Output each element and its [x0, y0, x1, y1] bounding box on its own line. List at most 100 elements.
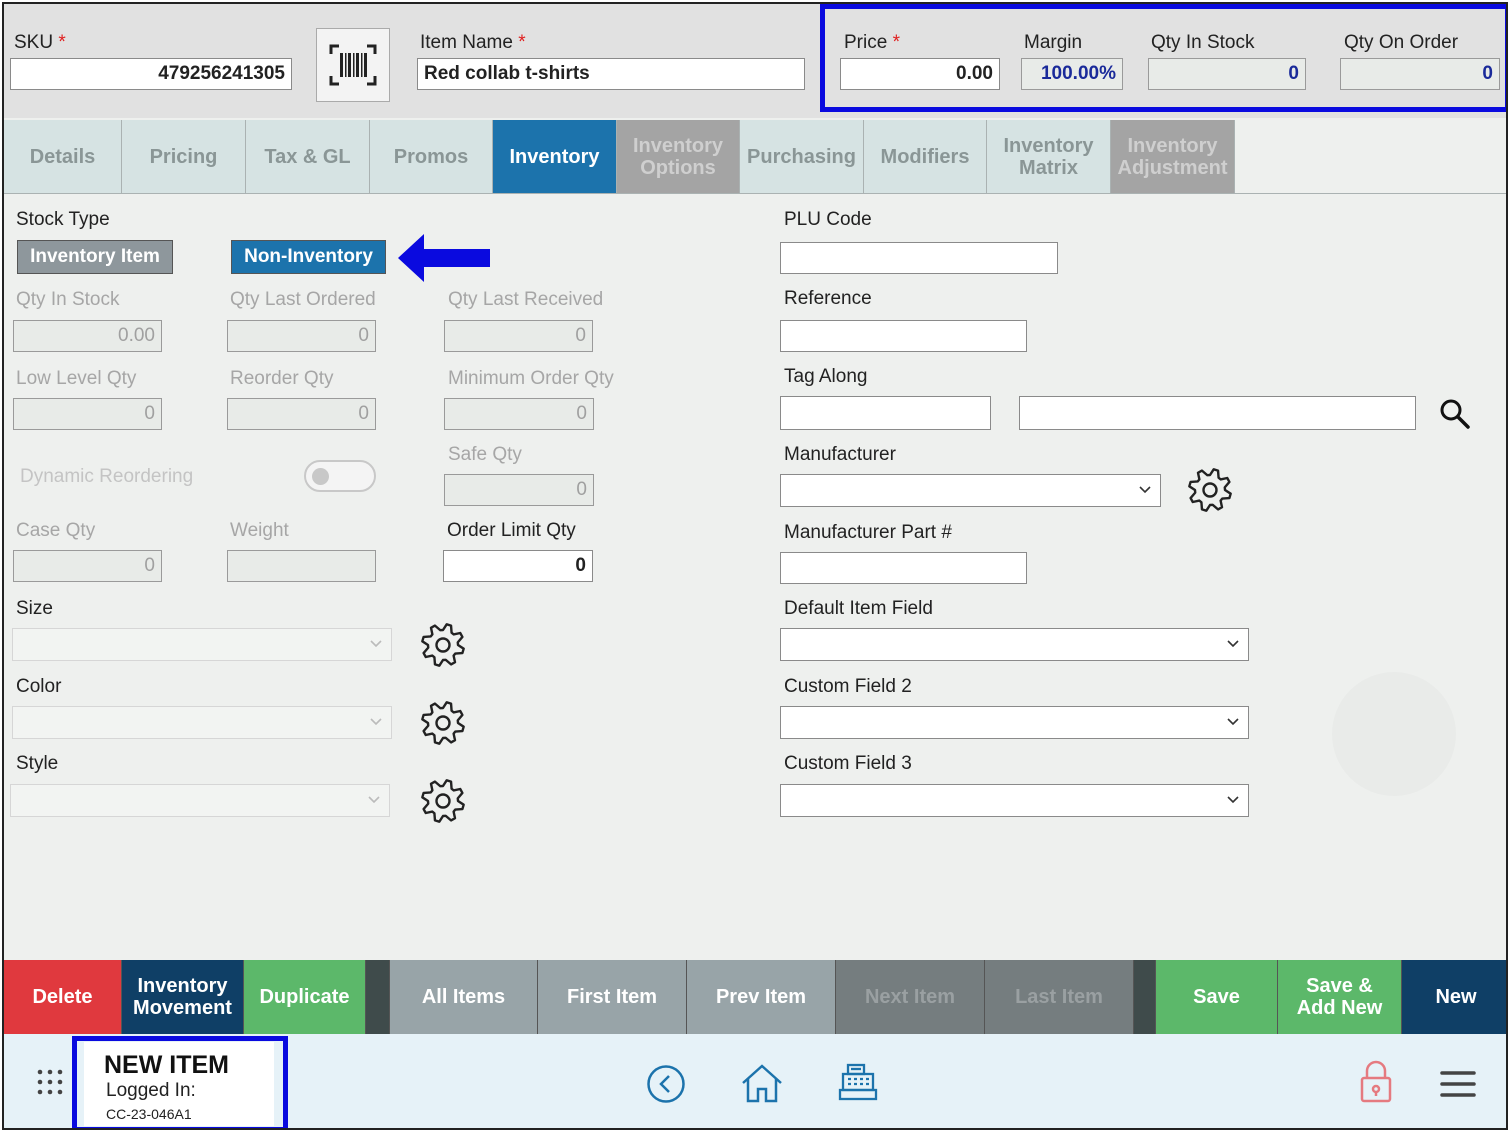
case-qty-input[interactable]: 0: [13, 550, 162, 582]
custom-field-2-select[interactable]: [780, 706, 1249, 739]
minimum-order-qty-input[interactable]: 0: [444, 398, 594, 430]
action-bar: Delete Inventory Movement Duplicate All …: [4, 960, 1506, 1034]
tab-tax-gl[interactable]: Tax & GL: [246, 120, 370, 194]
chevron-down-icon: [1226, 636, 1240, 650]
style-label: Style: [16, 753, 59, 774]
barcode-icon: [329, 44, 377, 86]
item-name-label: Item Name *: [420, 32, 526, 53]
tag-along-description-input[interactable]: [1019, 396, 1416, 430]
weight-input[interactable]: [227, 550, 376, 582]
qty-in-stock-label: Qty In Stock: [16, 289, 120, 310]
tag-along-code-input[interactable]: [780, 396, 991, 430]
plu-code-input[interactable]: [780, 242, 1058, 274]
minimum-order-qty-label: Minimum Order Qty: [448, 368, 614, 389]
chevron-down-icon: [369, 714, 383, 728]
last-item-button[interactable]: Last Item: [985, 960, 1134, 1034]
manufacturer-select[interactable]: [780, 474, 1161, 507]
duplicate-button[interactable]: Duplicate: [244, 960, 366, 1034]
inventory-movement-button[interactable]: Inventory Movement: [122, 960, 244, 1034]
color-select[interactable]: [12, 706, 392, 739]
manufacturer-label: Manufacturer: [784, 444, 896, 465]
barcode-scan-button[interactable]: [316, 28, 390, 102]
tab-modifiers[interactable]: Modifiers: [864, 120, 987, 194]
reference-input[interactable]: [780, 320, 1027, 352]
tab-inventory-matrix[interactable]: Inventory Matrix: [987, 120, 1111, 194]
save-button[interactable]: Save: [1156, 960, 1278, 1034]
chevron-down-icon: [1138, 482, 1152, 496]
sku-label: SKU *: [14, 32, 66, 53]
qty-last-received-input: 0: [444, 320, 593, 352]
chevron-down-icon: [1226, 792, 1240, 806]
reference-label: Reference: [784, 288, 872, 309]
stock-type-label: Stock Type: [16, 209, 110, 230]
custom-field-3-label: Custom Field 3: [784, 753, 912, 774]
size-label: Size: [16, 598, 53, 619]
low-level-qty-label: Low Level Qty: [16, 368, 137, 389]
qty-last-received-label: Qty Last Received: [448, 289, 604, 310]
safe-qty-label: Safe Qty: [448, 444, 522, 465]
safe-qty-input[interactable]: 0: [444, 474, 594, 506]
item-editor-window: SKU * 479256241305 Item Name * Red colla…: [2, 2, 1508, 1130]
sku-input[interactable]: 479256241305: [10, 58, 292, 90]
tab-purchasing[interactable]: Purchasing: [740, 120, 864, 194]
custom-field-2-label: Custom Field 2: [784, 676, 912, 697]
qty-last-ordered-input: 0: [227, 320, 376, 352]
home-icon[interactable]: [740, 1062, 784, 1104]
chevron-down-icon: [367, 792, 381, 806]
arrow-left-icon: [396, 231, 494, 285]
tag-along-label: Tag Along: [784, 366, 868, 387]
size-select[interactable]: [12, 628, 392, 661]
order-limit-qty-label: Order Limit Qty: [447, 520, 576, 541]
qty-last-ordered-label: Qty Last Ordered: [230, 289, 376, 310]
color-label: Color: [16, 676, 62, 697]
bar-spacer: [366, 960, 390, 1034]
item-tabs: Details Pricing Tax & GL Promos Inventor…: [4, 120, 1235, 194]
header-metrics-highlight: [820, 4, 1506, 112]
chevron-down-icon: [369, 636, 383, 650]
weight-label: Weight: [230, 520, 289, 541]
inventory-item-button[interactable]: Inventory Item: [17, 240, 173, 274]
style-settings-gear-icon[interactable]: [418, 776, 468, 826]
reorder-qty-label: Reorder Qty: [230, 368, 334, 389]
qty-in-stock-input: 0.00: [13, 320, 162, 352]
plu-code-label: PLU Code: [784, 209, 872, 230]
order-limit-qty-input[interactable]: 0: [443, 550, 593, 582]
tab-promos[interactable]: Promos: [370, 120, 493, 194]
new-button[interactable]: New: [1402, 960, 1506, 1034]
tab-inventory-options[interactable]: Inventory Options: [617, 120, 740, 194]
default-item-field-select[interactable]: [780, 628, 1249, 661]
non-inventory-button[interactable]: Non-Inventory: [231, 240, 386, 274]
search-icon[interactable]: [1438, 397, 1472, 431]
tab-pricing[interactable]: Pricing: [122, 120, 246, 194]
hamburger-menu-icon[interactable]: [1440, 1070, 1476, 1098]
next-item-button[interactable]: Next Item: [836, 960, 985, 1034]
reorder-qty-input[interactable]: 0: [227, 398, 376, 430]
tab-inventory[interactable]: Inventory: [493, 120, 617, 194]
all-items-button[interactable]: All Items: [390, 960, 538, 1034]
color-settings-gear-icon[interactable]: [418, 698, 468, 748]
dynamic-reordering-label: Dynamic Reordering: [20, 466, 194, 487]
manufacturer-settings-gear-icon[interactable]: [1185, 465, 1235, 515]
tab-details[interactable]: Details: [4, 120, 122, 194]
low-level-qty-input[interactable]: 0: [13, 398, 162, 430]
app-grid-icon[interactable]: [36, 1068, 64, 1096]
dynamic-reordering-toggle[interactable]: [304, 460, 376, 492]
prev-item-button[interactable]: Prev Item: [687, 960, 836, 1034]
style-select[interactable]: [10, 784, 390, 817]
custom-field-3-select[interactable]: [780, 784, 1249, 817]
delete-button[interactable]: Delete: [4, 960, 122, 1034]
tab-inventory-adjustment[interactable]: Inventory Adjustment: [1111, 120, 1235, 194]
size-settings-gear-icon[interactable]: [418, 620, 468, 670]
lock-icon[interactable]: [1358, 1060, 1394, 1104]
back-circle-icon[interactable]: [646, 1064, 686, 1104]
chevron-down-icon: [1226, 714, 1240, 728]
item-name-input[interactable]: Red collab t-shirts: [417, 58, 805, 90]
save-add-new-button[interactable]: Save & Add New: [1278, 960, 1402, 1034]
floating-circle: [1332, 672, 1456, 796]
manufacturer-part-input[interactable]: [780, 552, 1027, 584]
first-item-button[interactable]: First Item: [538, 960, 687, 1034]
default-item-field-label: Default Item Field: [784, 598, 933, 619]
register-icon[interactable]: [838, 1062, 878, 1102]
bar-spacer: [1134, 960, 1156, 1034]
case-qty-label: Case Qty: [16, 520, 96, 541]
